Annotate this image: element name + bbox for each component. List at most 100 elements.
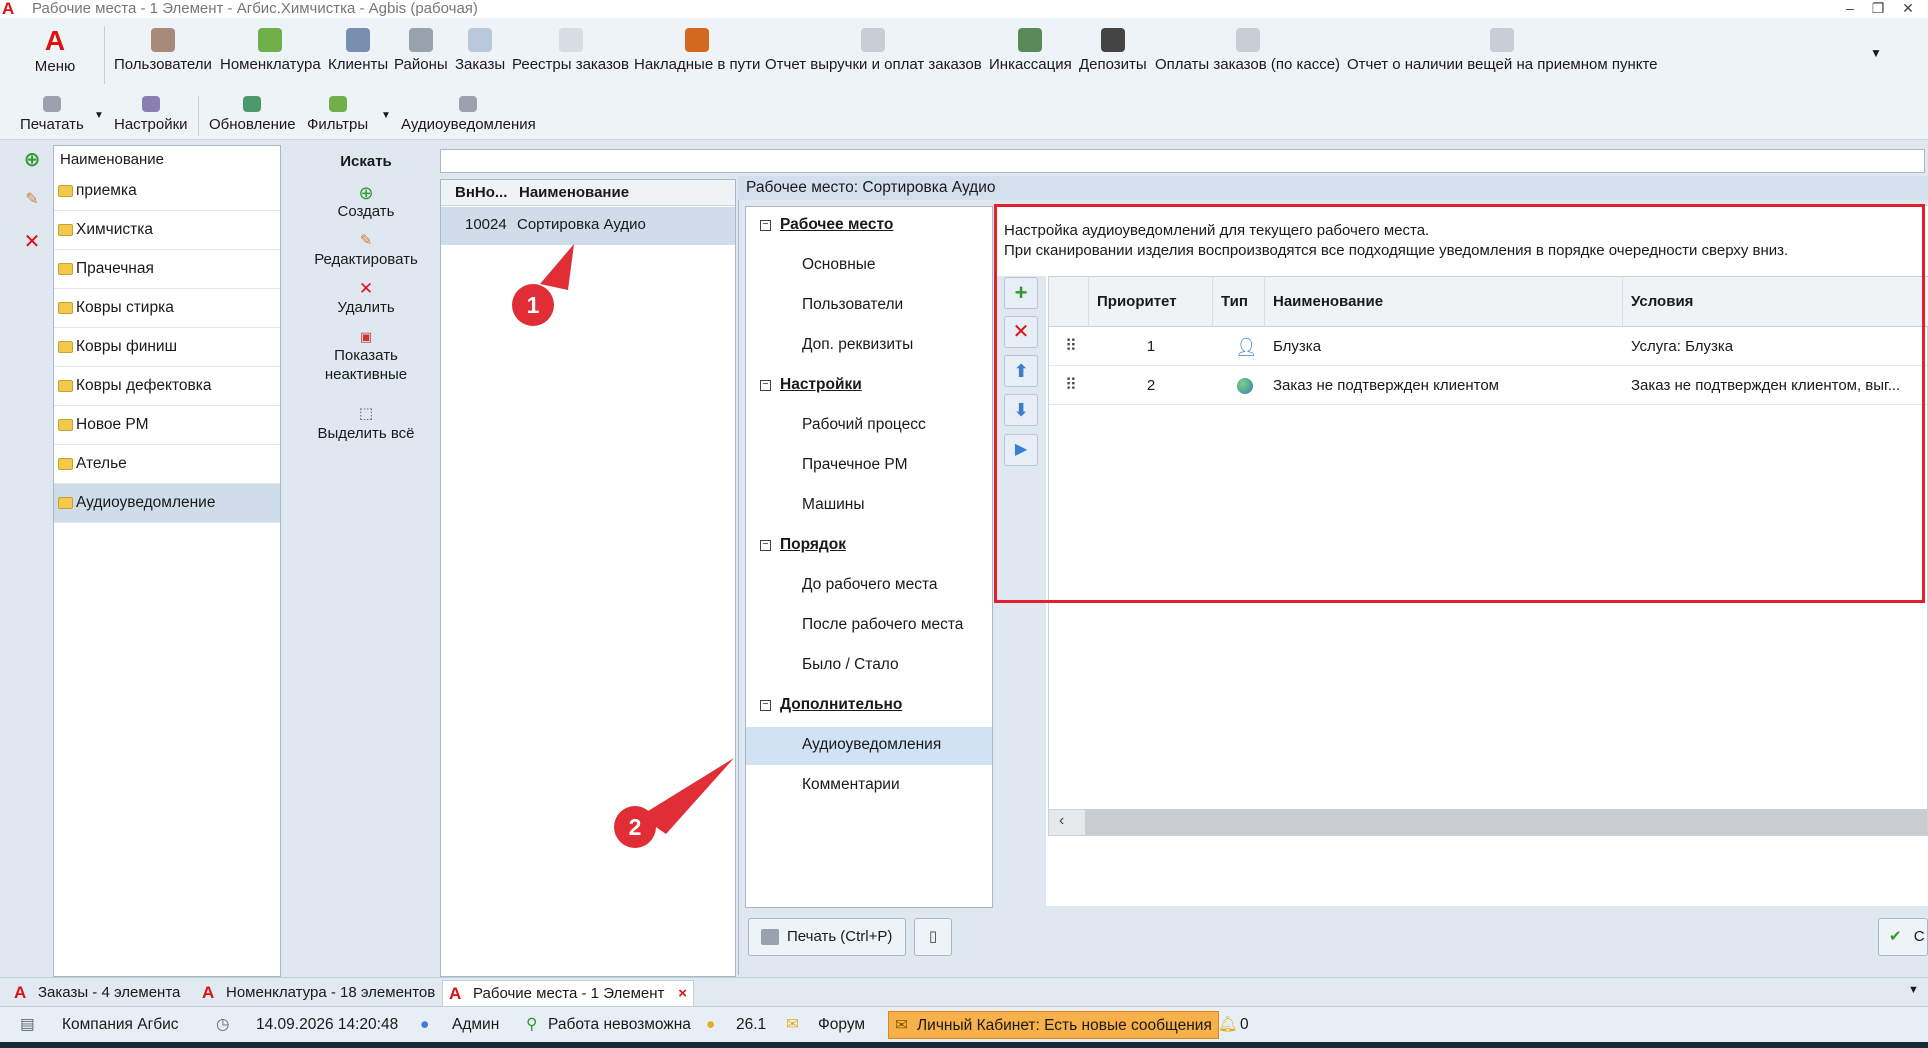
bell-count[interactable]: 0 — [1240, 1007, 1249, 1043]
col-header-type[interactable]: Тип — [1213, 277, 1265, 327]
nav-item-users[interactable]: Пользователи — [802, 296, 903, 314]
col-header-id[interactable]: ВнНо... — [455, 184, 507, 201]
ok-button[interactable]: ✔ С — [1878, 918, 1928, 956]
nav-section-order[interactable]: Порядок — [780, 536, 846, 554]
coin-balance[interactable]: 26.1 — [736, 1007, 766, 1043]
close-tab-icon[interactable]: × — [678, 981, 687, 1007]
nav-item-after[interactable]: После рабочего места — [802, 616, 963, 634]
tab-nomenclature[interactable]: A Номенклатура - 18 элементов — [196, 980, 436, 1006]
group-item[interactable]: Ковры дефектовка — [54, 367, 280, 406]
ribbon-registry-button[interactable]: Реестры заказов — [512, 28, 629, 73]
tab-orders[interactable]: A Заказы - 4 элемента — [8, 980, 188, 1006]
group-item[interactable]: Ковры финиш — [54, 328, 280, 367]
collapse-icon[interactable]: − — [760, 380, 771, 391]
drag-handle-icon[interactable]: ⠿ — [1057, 367, 1087, 405]
arrow-up-icon: ⬆ — [1013, 361, 1029, 381]
add-notification-button[interactable]: + — [1004, 277, 1038, 309]
close-icon[interactable]: ✕ — [1896, 0, 1920, 18]
col-header-conditions[interactable]: Условия — [1623, 277, 1928, 327]
ribbon-clients-button[interactable]: Клиенты — [328, 28, 388, 73]
ribbon-districts-button[interactable]: Районы — [394, 28, 448, 73]
ribbon-waybills-button[interactable]: Накладные в пути — [634, 28, 760, 73]
refresh-button[interactable]: Обновление — [209, 96, 296, 133]
tab-workplaces-active[interactable]: A Рабочие места - 1 Элемент × — [442, 980, 694, 1006]
folder-icon — [58, 341, 73, 353]
nav-item-basic[interactable]: Основные — [802, 256, 876, 274]
nav-item-machines[interactable]: Машины — [802, 496, 865, 514]
workplace-row[interactable]: 10024 Сортировка Аудио — [441, 207, 735, 245]
nav-item-workflow[interactable]: Рабочий процесс — [802, 416, 926, 434]
cabinet-notice[interactable]: ✉ Личный Кабинет: Есть новые сообщения — [888, 1011, 1219, 1039]
ribbon-overflow-icon[interactable]: ▼ — [1870, 46, 1882, 60]
ribbon-collection-button[interactable]: Инкассация — [989, 28, 1072, 73]
create-button[interactable]: ⊕ Создать — [282, 184, 450, 221]
document-button[interactable]: ▯ — [914, 918, 952, 956]
notifications-table: Приоритет Тип Наименование Условия ⠿ 1 👤… — [1048, 276, 1928, 836]
edit-button[interactable]: ✎ Редактировать — [282, 232, 450, 269]
ribbon-orders-button[interactable]: Заказы — [455, 28, 505, 73]
delete-icon: ✕ — [1012, 321, 1030, 343]
col-header-name[interactable]: Наименование — [1265, 277, 1623, 327]
restore-icon[interactable]: ❐ — [1866, 0, 1890, 18]
table-row[interactable]: ⠿ 2 Заказ не подтвержден клиентом Заказ … — [1049, 367, 1927, 405]
nav-item-audio[interactable]: Аудиоуведомления — [802, 736, 941, 754]
collapse-icon[interactable]: − — [760, 700, 771, 711]
edit-group-icon[interactable]: ✎ — [20, 189, 44, 213]
move-up-button[interactable]: ⬆ — [1004, 355, 1038, 387]
menu-button[interactable]: A Меню — [20, 26, 90, 76]
group-item-selected[interactable]: Аудиоуведомление — [54, 484, 280, 523]
ribbon-revenue-report-button[interactable]: Отчет выручки и оплат заказов — [765, 28, 982, 73]
play-button[interactable]: ▶ — [1004, 434, 1038, 466]
move-down-button[interactable]: ⬇ — [1004, 394, 1038, 426]
nav-item-was-became[interactable]: Было / Стало — [802, 656, 899, 674]
ribbon-payments-button[interactable]: Оплаты заказов (по кассе) — [1155, 28, 1340, 73]
ribbon-inventory-report-button[interactable]: Отчет о наличии вещей на приемном пункте — [1347, 28, 1658, 73]
forum-link[interactable]: Форум — [818, 1007, 865, 1043]
nav-item-laundry-rm[interactable]: Прачечное РМ — [802, 456, 907, 474]
ribbon-nomenclature-button[interactable]: Номенклатура — [220, 28, 321, 73]
collapse-icon[interactable]: − — [760, 220, 771, 231]
minimize-icon[interactable]: – — [1838, 0, 1862, 18]
search-input[interactable] — [440, 149, 1925, 173]
group-item[interactable]: Ковры стирка — [54, 289, 280, 328]
filters-button[interactable]: Фильтры — [307, 96, 368, 133]
tabs-dropdown-icon[interactable]: ▼ — [1908, 984, 1919, 996]
delete-group-icon[interactable]: ✕ — [20, 229, 44, 253]
group-item[interactable]: Ателье — [54, 445, 280, 484]
collapse-icon[interactable]: − — [760, 540, 771, 551]
nav-item-before[interactable]: До рабочего места — [802, 576, 938, 594]
group-item[interactable]: приемка — [54, 172, 280, 211]
group-item[interactable]: Химчистка — [54, 211, 280, 250]
search-label[interactable]: Искать — [282, 152, 450, 171]
add-group-icon[interactable]: ⊕ — [20, 149, 44, 173]
remove-notification-button[interactable]: ✕ — [1004, 316, 1038, 348]
delete-button[interactable]: ✕ Удалить — [282, 280, 450, 317]
nav-section-additional[interactable]: Дополнительно — [780, 696, 902, 714]
nav-section-workplace[interactable]: Рабочее место — [780, 216, 893, 234]
select-all-button[interactable]: ⬚ Выделить всё — [282, 404, 450, 443]
user-name[interactable]: Админ — [452, 1007, 499, 1043]
col-header-name[interactable]: Наименование — [519, 184, 629, 201]
scroll-left-icon[interactable]: ‹ — [1059, 812, 1064, 830]
group-item[interactable]: Новое РМ — [54, 406, 280, 445]
nav-section-settings[interactable]: Настройки — [780, 376, 862, 394]
table-row[interactable]: ⠿ 1 👤︎ Блузка Услуга: Блузка — [1049, 328, 1927, 366]
col-header-priority[interactable]: Приоритет — [1089, 277, 1213, 327]
print-dropdown-icon[interactable]: ▼ — [94, 110, 104, 121]
horizontal-scrollbar[interactable]: ‹ — [1049, 809, 1927, 835]
group-item[interactable]: Прачечная — [54, 250, 280, 289]
drag-handle-icon[interactable]: ⠿ — [1057, 328, 1087, 366]
filters-dropdown-icon[interactable]: ▼ — [381, 110, 391, 121]
show-inactive-button[interactable]: ▣ Показать неактивные — [282, 328, 450, 384]
print-button[interactable]: Печать (Ctrl+P) — [748, 918, 906, 956]
ribbon-users-button[interactable]: Пользователи — [114, 28, 212, 73]
nav-item-comments[interactable]: Комментарии — [802, 776, 900, 794]
work-status[interactable]: Работа невозможна — [548, 1007, 691, 1043]
nav-item-extra-props[interactable]: Доп. реквизиты — [802, 336, 913, 354]
settings-button[interactable]: Настройки — [114, 96, 188, 133]
scrollbar-thumb[interactable] — [1085, 810, 1927, 835]
audio-notifications-button[interactable]: Аудиоуведомления — [401, 96, 536, 133]
ribbon-deposits-button[interactable]: Депозиты — [1079, 28, 1147, 73]
print-menu-button[interactable]: Печатать — [20, 96, 84, 133]
folder-icon — [58, 419, 73, 431]
